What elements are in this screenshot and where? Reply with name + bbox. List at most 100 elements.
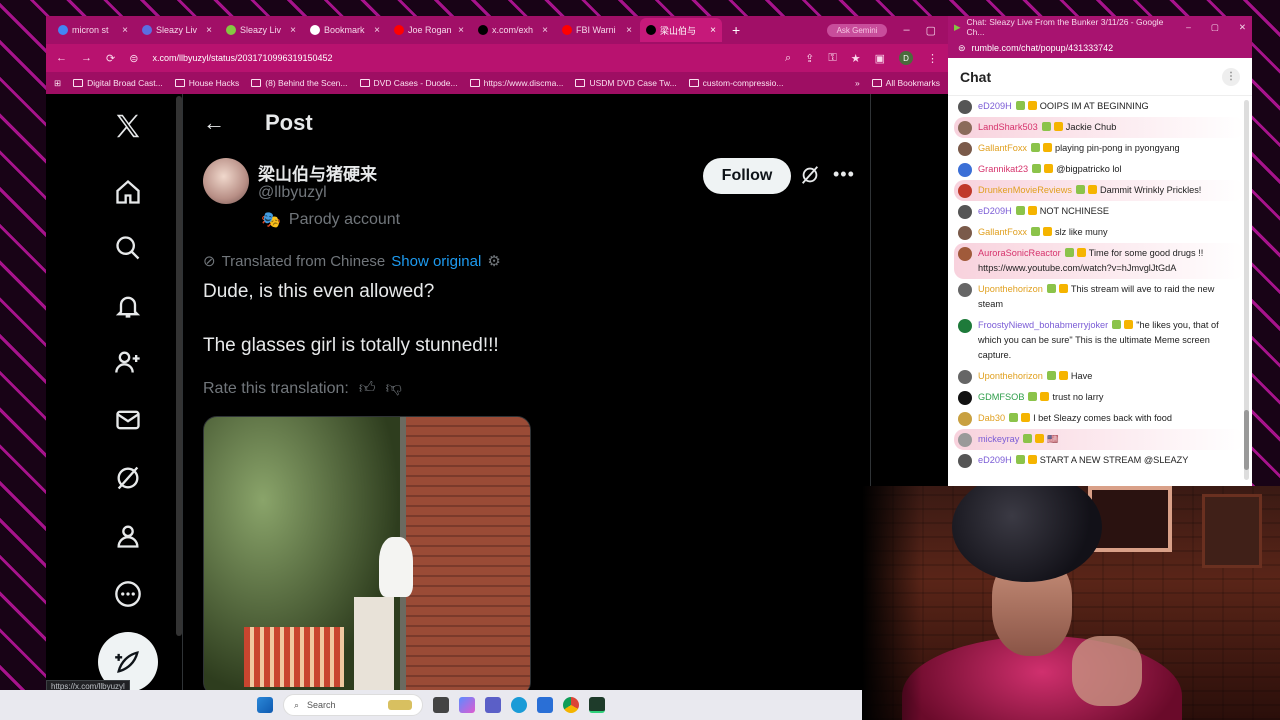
avatar[interactable] xyxy=(958,433,972,447)
search-icon[interactable] xyxy=(112,232,144,264)
avatar[interactable] xyxy=(958,184,972,198)
password-icon[interactable]: ⚿ xyxy=(828,52,836,65)
chat-username[interactable]: LandShark503 xyxy=(978,122,1038,132)
menu-icon[interactable]: ⋮ xyxy=(927,52,938,65)
avatar[interactable] xyxy=(958,391,972,405)
chat-username[interactable]: AuroraSonicReactor xyxy=(978,248,1061,258)
show-original-link[interactable]: Show original xyxy=(391,253,481,270)
browser-tab[interactable]: FBI Warni × xyxy=(556,18,638,42)
bookmark-item[interactable]: House Hacks xyxy=(174,78,239,88)
home-icon[interactable] xyxy=(112,176,144,208)
maximize-icon[interactable]: ▢ xyxy=(1211,22,1219,33)
profile-icon[interactable] xyxy=(112,520,144,552)
windows-start-icon[interactable] xyxy=(257,697,273,713)
bookmark-item[interactable]: custom-compressio... xyxy=(688,78,783,88)
browser-tab[interactable]: Sleazy Liv × xyxy=(136,18,218,42)
back-icon[interactable]: ← xyxy=(56,52,67,64)
edge-icon[interactable] xyxy=(511,697,527,713)
gear-icon[interactable]: ⚙ xyxy=(487,252,500,270)
forward-icon[interactable]: → xyxy=(81,52,92,64)
maximize-icon[interactable]: ▢ xyxy=(926,24,936,37)
post-video[interactable] xyxy=(203,416,531,690)
browser-tab[interactable]: Bookmark × xyxy=(304,18,386,42)
avatar[interactable] xyxy=(958,319,972,333)
chat-username[interactable]: GallantFoxx xyxy=(978,143,1027,153)
url-input[interactable]: x.com/llbyuzyl/status/203171099631915045… xyxy=(152,53,771,63)
avatar[interactable] xyxy=(958,247,972,261)
thumbs-down-icon[interactable]: 👎︎ xyxy=(386,379,402,398)
avatar[interactable] xyxy=(958,412,972,426)
browser-tab[interactable]: Sleazy Liv × xyxy=(220,18,302,42)
author-avatar[interactable] xyxy=(203,158,249,204)
grok-explain-icon[interactable] xyxy=(799,164,821,191)
chrome-icon[interactable] xyxy=(563,697,579,713)
chat-username[interactable]: eD209H xyxy=(978,206,1012,216)
teams-icon[interactable] xyxy=(485,697,501,713)
follow-people-icon[interactable] xyxy=(112,346,144,378)
messages-icon[interactable] xyxy=(112,404,144,436)
bookmark-item[interactable]: USDM DVD Case Tw... xyxy=(575,78,677,88)
chat-username[interactable]: eD209H xyxy=(978,455,1012,465)
grok-icon[interactable] xyxy=(112,462,144,494)
chat-username[interactable]: Dab30 xyxy=(978,413,1005,423)
avatar[interactable] xyxy=(958,121,972,135)
app-icon[interactable] xyxy=(589,697,605,713)
tab-close-icon[interactable]: × xyxy=(290,25,296,36)
tab-close-icon[interactable]: × xyxy=(374,25,380,36)
all-bookmarks[interactable]: All Bookmarks xyxy=(871,78,940,88)
browser-tab[interactable]: x.com/exh × xyxy=(472,18,554,42)
share-icon[interactable]: ⇪ xyxy=(805,52,814,65)
more-options-icon[interactable]: ••• xyxy=(833,164,855,185)
avatar[interactable] xyxy=(958,370,972,384)
tab-close-icon[interactable]: × xyxy=(458,25,464,36)
close-icon[interactable]: ✕ xyxy=(1239,22,1246,33)
avatar[interactable] xyxy=(958,163,972,177)
back-arrow-icon[interactable]: ← xyxy=(203,110,225,136)
tab-close-icon[interactable]: × xyxy=(542,25,548,36)
follow-button[interactable]: Follow xyxy=(703,158,791,194)
minimize-icon[interactable]: – xyxy=(1186,22,1191,33)
bookmarks-overflow-icon[interactable]: » xyxy=(855,78,860,88)
zoom-icon[interactable]: ⌕ xyxy=(785,52,791,65)
chat-username[interactable]: FroostyNiewd_bohabmerryjoker xyxy=(978,320,1108,330)
reload-icon[interactable]: ⟳ xyxy=(106,52,115,65)
apps-grid-icon[interactable]: ⊞ xyxy=(54,78,61,89)
tab-close-icon[interactable]: × xyxy=(206,25,212,36)
avatar[interactable] xyxy=(958,283,972,297)
tab-close-icon[interactable]: × xyxy=(626,25,632,36)
chat-username[interactable]: Uponthehorizon xyxy=(978,284,1043,294)
new-tab-button[interactable]: + xyxy=(724,22,748,38)
notifications-icon[interactable] xyxy=(112,290,144,322)
more-icon[interactable] xyxy=(112,578,144,610)
chat-username[interactable]: Grannikat23 xyxy=(978,164,1028,174)
taskbar-search[interactable]: ⌕ Search xyxy=(283,694,423,716)
copilot-icon[interactable] xyxy=(459,697,475,713)
file-explorer-icon[interactable] xyxy=(433,697,449,713)
bookmark-item[interactable]: Digital Broad Cast... xyxy=(73,78,163,88)
tab-close-icon[interactable]: × xyxy=(710,25,716,36)
x-logo-icon[interactable] xyxy=(112,110,144,142)
bookmark-item[interactable]: https://www.discma... xyxy=(469,78,563,88)
chat-scrollbar[interactable] xyxy=(1244,100,1249,480)
chat-username[interactable]: GallantFoxx xyxy=(978,227,1027,237)
minimize-icon[interactable]: – xyxy=(903,24,909,36)
chat-username[interactable]: eD209H xyxy=(978,101,1012,111)
bookmark-item[interactable]: (8) Behind the Scen... xyxy=(251,78,348,88)
author-display-name[interactable]: 梁山伯与猪硬来 xyxy=(258,160,377,185)
bookmark-star-icon[interactable]: ★ xyxy=(851,52,861,65)
site-info-icon[interactable]: ⊜ xyxy=(958,43,966,54)
chat-username[interactable]: DrunkenMovieReviews xyxy=(978,185,1072,195)
chat-username[interactable]: mickeyray xyxy=(978,434,1019,444)
profile-avatar[interactable]: D xyxy=(899,51,913,65)
store-icon[interactable] xyxy=(537,697,553,713)
chat-more-icon[interactable]: ⋮ xyxy=(1222,67,1240,86)
avatar[interactable] xyxy=(958,226,972,240)
chat-username[interactable]: GDMFSOB xyxy=(978,392,1024,402)
browser-tab[interactable]: 梁山伯与 × xyxy=(640,18,722,42)
avatar[interactable] xyxy=(958,205,972,219)
thumbs-up-icon[interactable]: 👍︎ xyxy=(359,379,376,398)
tab-close-icon[interactable]: × xyxy=(122,25,128,36)
bookmark-item[interactable]: DVD Cases - Duode... xyxy=(359,78,458,88)
avatar[interactable] xyxy=(958,142,972,156)
gemini-button[interactable]: Ask Gemini xyxy=(826,23,888,37)
